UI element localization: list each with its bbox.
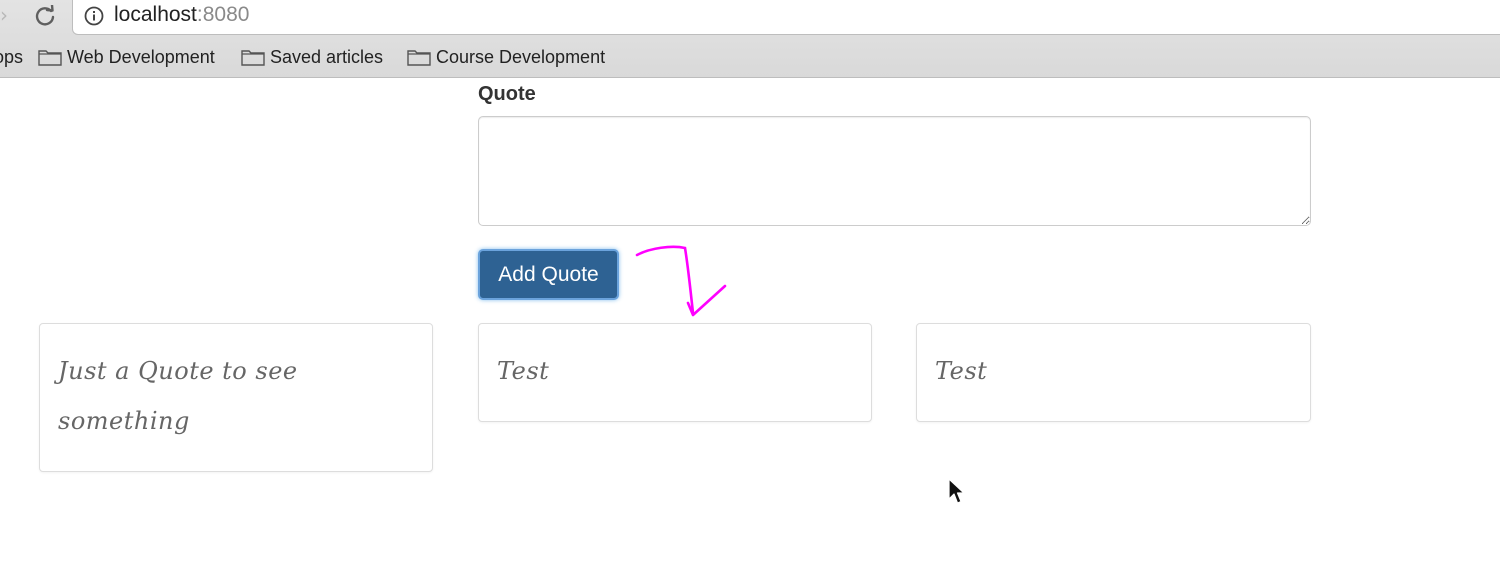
bookmark-web-development[interactable]: Web Development xyxy=(38,42,215,72)
reload-icon[interactable] xyxy=(31,2,59,30)
bookmark-course-development[interactable]: Course Development xyxy=(407,42,605,72)
address-bar[interactable]: localhost:8080 xyxy=(72,0,1500,35)
mouse-cursor-icon xyxy=(948,478,965,504)
folder-icon xyxy=(38,50,62,66)
annotation-arrow-icon xyxy=(635,245,727,317)
bookmark-label: Saved articles xyxy=(270,46,384,67)
folder-icon xyxy=(407,50,431,66)
quote-card[interactable]: Just a Quote to see something xyxy=(39,323,433,472)
address-port: :8080 xyxy=(196,3,250,26)
quote-text: Test xyxy=(935,357,988,385)
add-quote-button[interactable]: Add Quote xyxy=(478,249,619,300)
bookmark-saved-articles[interactable]: Saved articles xyxy=(241,42,383,72)
quote-label: Quote xyxy=(478,83,536,105)
bookmark-label: ops xyxy=(0,46,24,67)
quote-card[interactable]: Test xyxy=(478,323,872,422)
folder-icon xyxy=(241,50,265,66)
forward-arrow-icon[interactable]: › xyxy=(0,4,16,26)
quote-card[interactable]: Test xyxy=(916,323,1311,422)
bookmarks-bar: ops Web Development Saved articles Cours… xyxy=(0,42,1500,72)
browser-chrome: › localhost:8080 ops Web Development xyxy=(0,0,1500,78)
quote-textarea[interactable] xyxy=(478,116,1311,226)
page-content: Quote Add Quote Just a Quote to see some… xyxy=(0,78,1500,568)
address-url[interactable]: localhost:8080 xyxy=(114,3,249,27)
quote-text: Test xyxy=(497,357,550,385)
bookmark-apps[interactable]: ops xyxy=(0,42,23,72)
bookmark-label: Web Development xyxy=(67,46,215,67)
quote-text: Just a Quote to see something xyxy=(58,357,298,435)
bookmark-label: Course Development xyxy=(436,46,606,67)
info-icon[interactable] xyxy=(84,6,104,26)
address-host: localhost xyxy=(114,3,197,26)
